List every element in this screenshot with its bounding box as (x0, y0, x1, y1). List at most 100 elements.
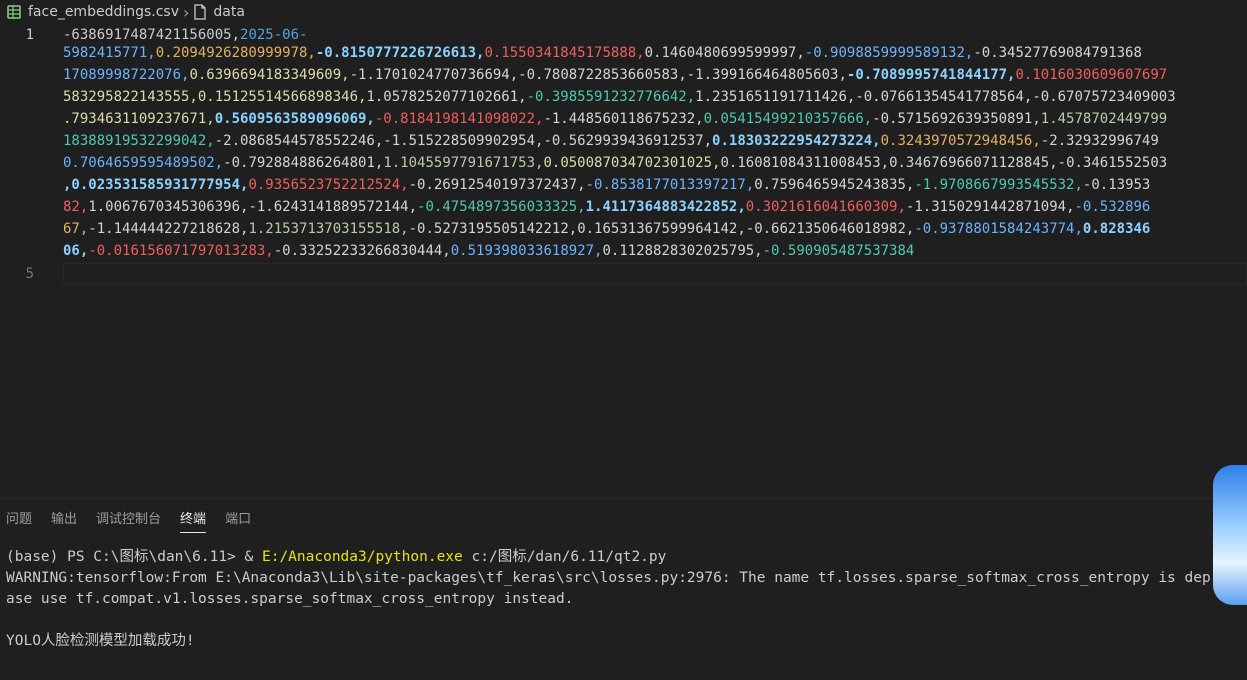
tab-debug-console[interactable]: 调试控制台 (90, 499, 174, 541)
csv-value: -0.5629939436912537, (543, 133, 713, 149)
csv-value: 0.2094926280999978, (155, 45, 316, 61)
csv-value: -0.532896 (1074, 199, 1151, 215)
csv-value: -0.3461552503 (1057, 155, 1168, 171)
csv-value: -1.515228509902954, (383, 133, 544, 149)
csv-value: ,0.023531585931777954, (63, 177, 249, 193)
csv-value: 0.16081084311008453, (720, 155, 890, 171)
csv-value: 0.7064659595489502, (63, 155, 224, 171)
csv-value: 5982415771, (63, 45, 156, 61)
csv-value: -0.13953 (1082, 177, 1151, 193)
csv-value: -1.6243141889572144, (248, 199, 418, 215)
wrapped-line[interactable]: .7934631109237671,0.5609563589096069,-0.… (63, 108, 1167, 130)
csv-value: -1.9708667993545532, (914, 177, 1083, 193)
csv-value: 0.3021616041660309, (745, 199, 906, 215)
csv-date-value: 2025-06- (240, 27, 308, 43)
csv-value: 0.34676966071128845, (889, 155, 1058, 171)
csv-value: 0.7596465945243835, (754, 177, 915, 193)
wrapped-line[interactable]: 82,1.0067670345306396,-1.624314188957214… (63, 196, 1150, 218)
csv-value: 0.1460480699599997, (644, 45, 805, 61)
csv-value: -0.07661354541778564, (855, 89, 1033, 105)
csv-value: -1.399166464805603, (686, 67, 847, 83)
csv-value: 0.9356523752212524, (248, 177, 409, 193)
csv-value: -0.7808722853660583, (518, 67, 687, 83)
csv-value: -1.1701024770736694, (349, 67, 519, 83)
breadcrumb-file[interactable]: face_embeddings.csv (28, 4, 179, 20)
tab-output[interactable]: 输出 (45, 499, 90, 541)
line-number: 5 (25, 266, 34, 282)
csv-value: -0.590905487537384 (762, 243, 915, 259)
line-number: 1 (25, 27, 34, 43)
wrapped-line[interactable]: 67,-1.144444227218628,1.2153713703155518… (63, 218, 1150, 240)
code-editor[interactable]: 1 -6386917487421156005,2025-06- 59824157… (0, 24, 1247, 498)
current-line-highlight (63, 263, 1247, 285)
csv-value: 0.519398033618927, (450, 243, 603, 259)
csv-value: -0.6621350646018982, (745, 221, 915, 237)
csv-value: -2.32932996749 (1040, 133, 1159, 149)
tab-problems[interactable]: 问题 (0, 499, 45, 541)
tab-ports[interactable]: 端口 (219, 499, 264, 541)
csv-value: 1.4117364883422852, (585, 199, 746, 215)
wrapped-line[interactable]: 583295822143555,0.15125514566898346,1.05… (63, 86, 1176, 108)
terminal-script: c:/图标/dan/6.11/qt2.py (462, 549, 667, 565)
csv-value: 0.16531367599964142, (577, 221, 746, 237)
csv-value: -2.0868544578552246, (214, 133, 384, 149)
csv-value: 1.0578252077102661, (366, 89, 527, 105)
csv-value: -0.5715692639350891, (872, 111, 1041, 127)
csv-value: 1.4578702449799 (1040, 111, 1168, 127)
csv-value: 0.05415499210357666, (703, 111, 873, 127)
panel-tabs: 问题 输出 调试控制台 终端 端口 (0, 499, 264, 541)
breadcrumb-symbol[interactable]: data (213, 4, 245, 20)
csv-value: 0.1128828302025795, (602, 243, 763, 259)
csv-value: 67, (63, 221, 89, 237)
chevron-right-icon: › (183, 2, 190, 22)
terminal-command-line: (base) PS C:\图标\dan\6.11> & E:/Anaconda3… (6, 547, 1246, 568)
csv-value: 0.050087034702301025, (543, 155, 721, 171)
breadcrumb: face_embeddings.csv › data (0, 0, 1247, 24)
csv-id-value: -6386917487421156005, (63, 27, 241, 43)
csv-value: 06, (63, 243, 89, 259)
csv-value: -1.144444227218628, (88, 221, 249, 237)
csv-value: 0.6396694183349609, (189, 67, 350, 83)
csv-value: -0.67075723409003 (1032, 89, 1176, 105)
csv-value: .7934631109237671, (63, 111, 215, 127)
csv-value: -0.9098859999589132, (804, 45, 974, 61)
csv-value: 0.3243970572948456, (880, 133, 1041, 149)
csv-value: 1.0067670345306396, (88, 199, 249, 215)
terminal-warning-2: ase use tf.compat.v1.losses.sparse_softm… (6, 591, 574, 607)
terminal-warning-1: WARNING:tensorflow:From E:\Anaconda3\Lib… (6, 570, 1246, 586)
csv-value: -0.33252233266830444, (273, 243, 451, 259)
document-icon (194, 4, 207, 20)
csv-value: 0.18303222954273224, (712, 133, 881, 149)
wrapped-line[interactable]: ,0.023531585931777954,0.9356523752212524… (63, 174, 1150, 196)
csv-value: -0.792884886264801, (223, 155, 384, 171)
csv-value: 1.2153713703155518, (248, 221, 409, 237)
csv-value: -1.448560118675232, (543, 111, 704, 127)
csv-value: 583295822143555, (63, 89, 198, 105)
csv-value: 82, (63, 199, 89, 215)
csv-value: -0.9378801584243774, (914, 221, 1083, 237)
csv-value: 0.5609563589096069, (214, 111, 375, 127)
csv-value: -0.8538177013397217, (585, 177, 755, 193)
csv-value: -0.016156071797013283, (88, 243, 274, 259)
wrapped-line[interactable]: 18388919532299042,-2.0868544578552246,-1… (63, 130, 1159, 152)
csv-value: -0.5273195505142212, (408, 221, 578, 237)
csv-value: 0.15125514566898346, (197, 89, 367, 105)
terminal-exe: E:/Anaconda3/python.exe (261, 549, 463, 565)
bottom-panel: 问题 输出 调试控制台 终端 端口 (base) PS C:\图标\dan\6.… (0, 498, 1247, 680)
wrapped-line[interactable]: 17089998722076,0.6396694183349609,-1.170… (63, 64, 1167, 86)
csv-value: -0.4754897356033325, (417, 199, 586, 215)
csv-value: -0.26912540197372437, (408, 177, 586, 193)
csv-value: -0.8184198141098022, (374, 111, 544, 127)
csv-value: 0.1016030609607697 (1015, 67, 1168, 83)
wrapped-line[interactable]: 06,-0.016156071797013283,-0.332522332668… (63, 240, 914, 262)
mascot-image (1213, 465, 1247, 605)
csv-value: 0.828346 (1082, 221, 1151, 237)
wrapped-line[interactable]: 5982415771,0.2094926280999978,-0.8150777… (63, 42, 1142, 64)
terminal-success: YOLO人脸检测模型加载成功! (6, 633, 195, 649)
tab-terminal[interactable]: 终端 (174, 499, 219, 541)
csv-value: -1.3150291442871094, (905, 199, 1075, 215)
wrapped-line[interactable]: 0.7064659595489502,-0.792884886264801,1.… (63, 152, 1167, 174)
csv-value: 1.2351651191711426, (695, 89, 856, 105)
csv-value: 0.1550341845175888, (484, 45, 645, 61)
terminal-output[interactable]: (base) PS C:\图标\dan\6.11> & E:/Anaconda3… (6, 547, 1246, 652)
